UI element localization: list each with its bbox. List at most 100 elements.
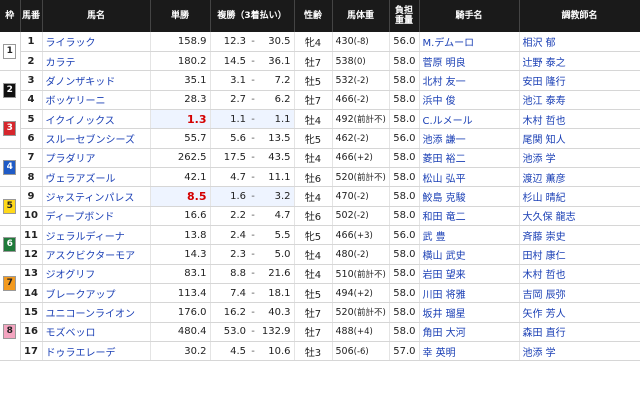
- win-odds: 55.7: [150, 128, 211, 149]
- jockey-link[interactable]: 松山 弘平: [423, 174, 466, 185]
- horse-name-link[interactable]: モズベッロ: [46, 328, 96, 339]
- horse-weight-value: 502: [335, 210, 354, 222]
- sex-age: 牡6: [294, 206, 333, 226]
- horse-name-link[interactable]: ユニコーンライオン: [46, 309, 136, 320]
- jockey-link[interactable]: 菱田 裕二: [423, 154, 466, 165]
- horse-weight-diff: (-2): [353, 249, 369, 260]
- header-kinryo: 負担 重量: [389, 0, 420, 32]
- horse-weight: 502(-2): [332, 206, 390, 226]
- jockey-link[interactable]: 武 豊: [423, 232, 446, 243]
- horse-name-link[interactable]: カラテ: [46, 58, 76, 69]
- horse-name-link[interactable]: イクイノックス: [46, 116, 115, 127]
- trainer-link[interactable]: 斉藤 崇史: [523, 232, 566, 243]
- carried-weight: 57.0: [389, 341, 420, 362]
- trainer-link[interactable]: 相沢 郁: [523, 38, 556, 49]
- jockey-link[interactable]: M.デムーロ: [423, 38, 475, 49]
- jockey-link[interactable]: 坂井 瑠星: [423, 309, 466, 320]
- jockey-link[interactable]: 和田 竜二: [423, 212, 466, 223]
- horse-name-link[interactable]: ボッケリーニ: [46, 96, 106, 107]
- horse-name-link[interactable]: ジオグリフ: [46, 270, 96, 281]
- horse-weight: 430(-8): [332, 32, 390, 52]
- trainer-link[interactable]: 森田 直行: [523, 328, 566, 339]
- jockey-link[interactable]: C.ルメール: [423, 116, 473, 127]
- place-odds-max: 13.5: [258, 128, 295, 149]
- horse-name-link[interactable]: プラダリア: [46, 154, 96, 165]
- carried-weight: 56.0: [389, 32, 420, 52]
- horse-name-link[interactable]: ダノンザキッド: [46, 77, 116, 88]
- jockey-cell: 菱田 裕二: [419, 148, 520, 168]
- sex-age: 牡5: [294, 70, 333, 91]
- horse-name-link[interactable]: スルーセブンシーズ: [46, 135, 136, 146]
- trainer-link[interactable]: 矢作 芳人: [523, 309, 566, 320]
- jockey-link[interactable]: 菅原 明良: [423, 58, 466, 69]
- horse-number: 12: [20, 244, 43, 265]
- jockey-link[interactable]: 北村 友一: [423, 77, 466, 88]
- sex-age: 牡4: [294, 148, 333, 168]
- horse-weight-value: 466: [335, 94, 354, 106]
- horse-name-link[interactable]: アスクビクターモア: [46, 251, 136, 262]
- jockey-link[interactable]: 角田 大河: [423, 328, 466, 339]
- win-odds: 176.0: [150, 302, 211, 323]
- place-odds-min: 2.4: [210, 225, 248, 246]
- horse-weight-diff: (-6): [353, 346, 369, 357]
- place-odds-min: 53.0: [210, 322, 248, 343]
- trainer-link[interactable]: 尾関 知人: [523, 135, 566, 146]
- trainer-link[interactable]: 池添 学: [523, 154, 556, 165]
- waku-cell: 7: [0, 264, 21, 304]
- trainer-link[interactable]: 渡辺 薫彦: [523, 174, 566, 185]
- horse-weight: 466(-2): [332, 90, 390, 110]
- horse-weight: 480(-2): [332, 244, 390, 265]
- jockey-link[interactable]: 横山 武史: [423, 251, 466, 262]
- header-kinryo-line2: 重量: [394, 16, 413, 26]
- place-odds-max: 36.1: [258, 51, 295, 72]
- horse-name-link[interactable]: ジェラルディーナ: [46, 232, 125, 243]
- horse-weight-diff: (-2): [353, 191, 369, 202]
- trainer-link[interactable]: 池添 学: [523, 348, 556, 359]
- trainer-link[interactable]: 田村 康仁: [523, 251, 566, 262]
- horse-weight-value: 492: [335, 114, 354, 126]
- trainer-link[interactable]: 吉岡 辰弥: [523, 290, 566, 301]
- trainer-link[interactable]: 木村 哲也: [523, 270, 566, 281]
- carried-weight: 58.0: [389, 51, 420, 72]
- horse-name-link[interactable]: ディープボンド: [46, 212, 115, 223]
- horse-weight: 532(-2): [332, 70, 390, 91]
- horse-name-cell: ダノンザキッド: [42, 70, 151, 91]
- jockey-link[interactable]: 浜中 俊: [423, 96, 456, 107]
- trainer-link[interactable]: 辻野 泰之: [523, 58, 566, 69]
- trainer-link[interactable]: 安田 隆行: [523, 77, 566, 88]
- jockey-link[interactable]: 岩田 望来: [423, 270, 466, 281]
- header-row: 枠 馬番 馬名 単勝 複勝（3着払い） 性齢 馬体重 負担 重量 騎手名 調教師名: [0, 0, 640, 32]
- jockey-link[interactable]: 鮫島 克駿: [423, 193, 466, 204]
- jockey-link[interactable]: 池添 謙一: [423, 135, 466, 146]
- table-row: 4 7 プラダリア 262.5 17.5-43.5 牡4 466(+2) 58.0 菱田 裕二池…: [0, 148, 640, 188]
- place-odds-min: 2.7: [210, 90, 248, 110]
- trainer-link[interactable]: 大久保 龍志: [523, 212, 576, 223]
- trainer-cell: 杉山 晴紀: [519, 186, 640, 207]
- trainer-cell: 安田 隆行: [519, 70, 640, 91]
- trainer-link[interactable]: 池江 泰寿: [523, 96, 566, 107]
- horse-name-cell: ヴェラアズール: [42, 167, 151, 188]
- horse-name-link[interactable]: ライラック: [46, 38, 96, 49]
- horse-weight-value: 510: [335, 268, 354, 280]
- place-odds-dash: -: [248, 283, 258, 304]
- horse-name-link[interactable]: ブレークアップ: [46, 290, 116, 301]
- jockey-link[interactable]: 川田 将雅: [423, 290, 466, 301]
- win-odds: 35.1: [150, 70, 211, 91]
- jockey-cell: 和田 竜二: [419, 206, 520, 226]
- trainer-cell: 池添 学: [519, 341, 640, 362]
- trainer-link[interactable]: 木村 哲也: [523, 116, 566, 127]
- horse-weight-value: 506: [335, 345, 354, 357]
- horse-weight-value: 466: [335, 229, 354, 241]
- win-odds: 262.5: [150, 148, 211, 168]
- horse-name-link[interactable]: ジャスティンパレス: [46, 193, 135, 204]
- trainer-cell: 相沢 郁: [519, 32, 640, 52]
- horse-name-link[interactable]: ヴェラアズール: [46, 174, 116, 185]
- jockey-cell: 武 豊: [419, 225, 520, 246]
- jockey-link[interactable]: 幸 英明: [423, 348, 456, 359]
- table-row: 6 11 ジェラルディーナ 13.8 2.4-5.5 牝5 466(+3) 56.0 武 豊斉藤…: [0, 225, 640, 265]
- waku-badge: 1: [3, 43, 17, 59]
- trainer-link[interactable]: 杉山 晴紀: [523, 193, 566, 204]
- horse-name-link[interactable]: ドゥラエレーデ: [46, 348, 116, 359]
- place-odds-min: 14.5: [210, 51, 248, 72]
- place-odds-dash: -: [248, 341, 258, 362]
